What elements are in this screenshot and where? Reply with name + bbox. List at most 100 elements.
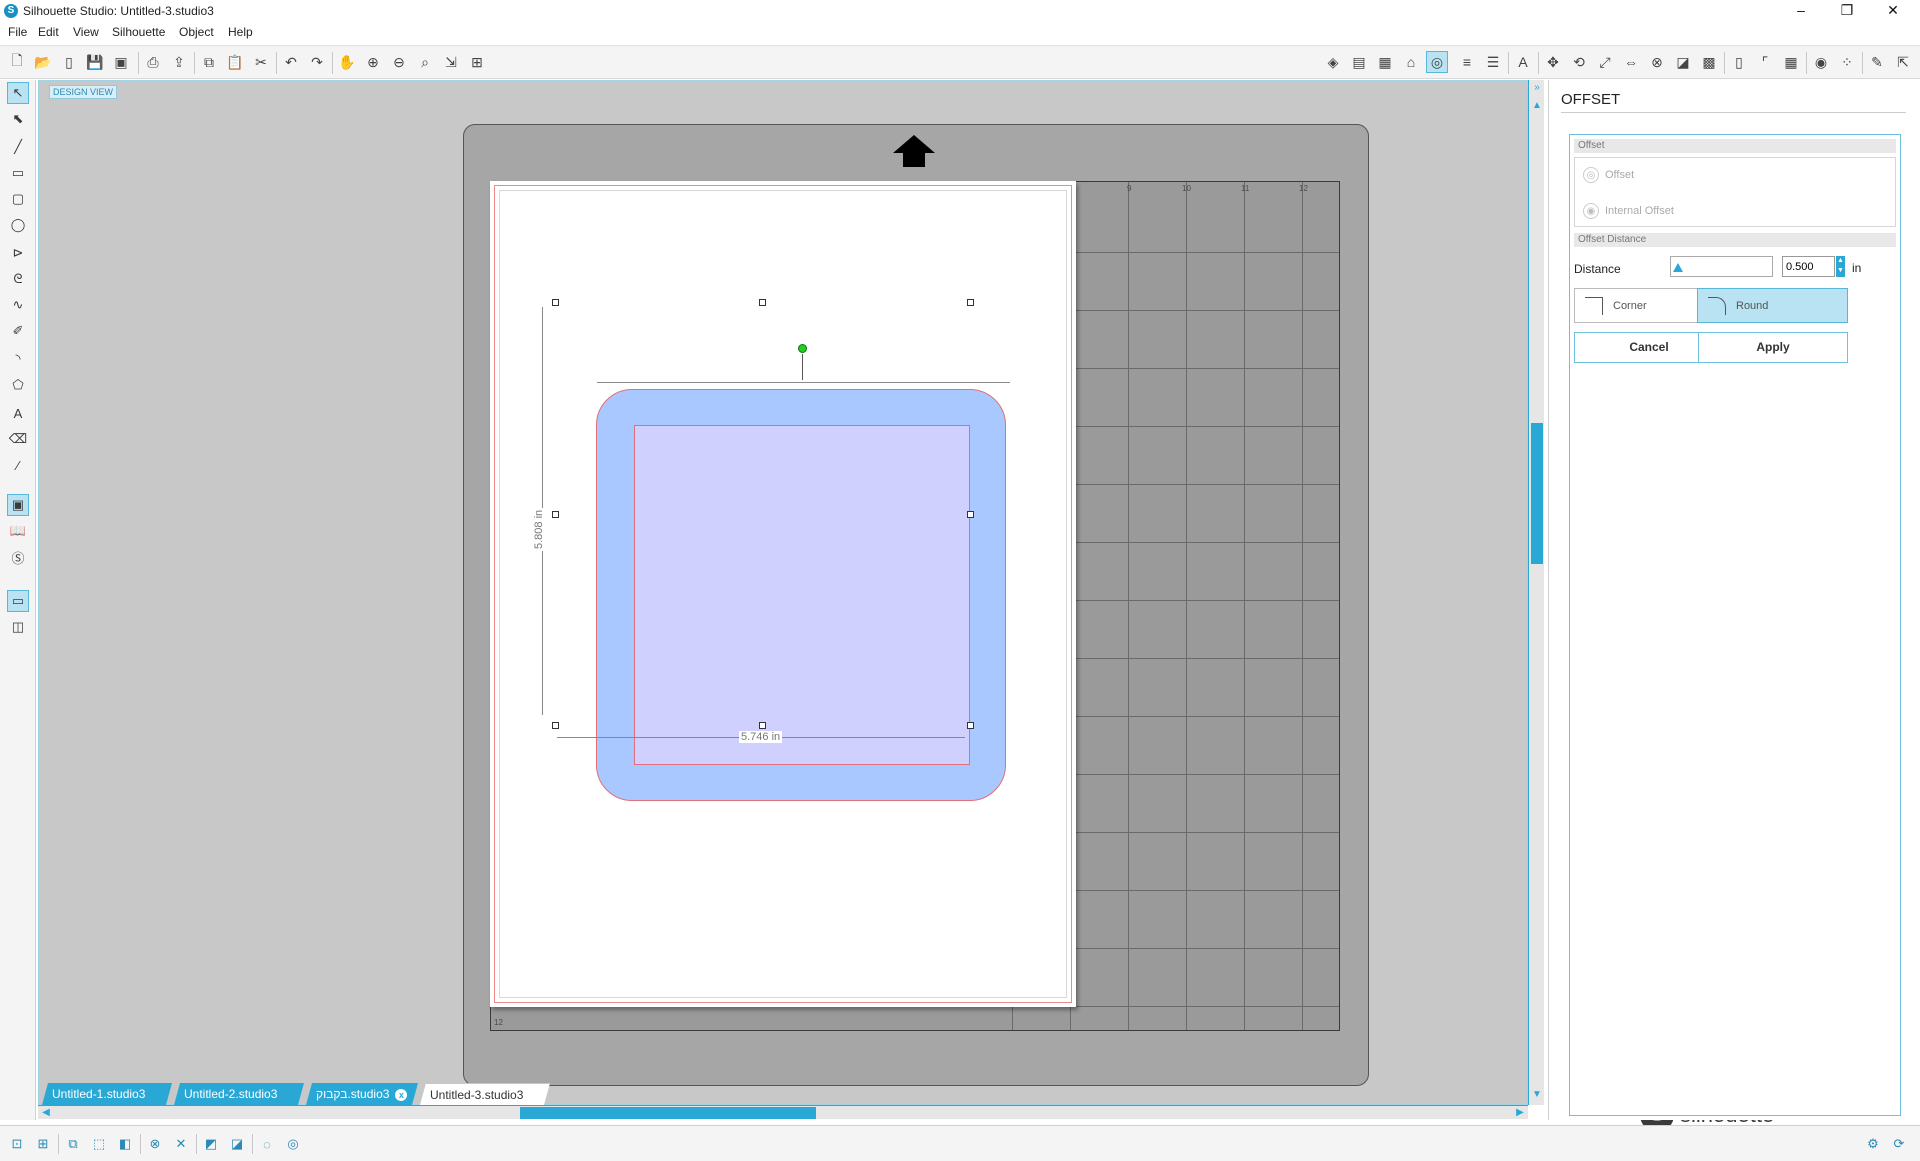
bring-forward-icon[interactable]: ◧ (114, 1133, 136, 1155)
resize-handle-sw[interactable] (552, 722, 559, 729)
rounded-rectangle-icon[interactable]: ▢ (7, 188, 29, 210)
undo-icon[interactable]: ↶ (280, 51, 302, 73)
line-style-icon[interactable]: ⌂ (1400, 51, 1422, 73)
arc-icon[interactable]: ◝ (7, 348, 29, 370)
resize-handle-nw[interactable] (552, 299, 559, 306)
cut-icon[interactable]: ✂ (250, 51, 272, 73)
menu-edit[interactable]: Edit (38, 25, 59, 39)
tab-untitled-3[interactable]: Untitled-3.studio3x (420, 1083, 550, 1105)
rotate-icon[interactable]: ⟲ (1568, 51, 1590, 73)
modify-icon[interactable]: ◪ (1672, 51, 1694, 73)
ungroup-icon[interactable]: ⊞ (32, 1133, 54, 1155)
zoom-out-icon[interactable]: ⊖ (388, 51, 410, 73)
line-color-icon[interactable]: ▤ (1348, 51, 1370, 73)
design-view-icon[interactable]: ▣ (7, 494, 29, 516)
zoom-in-icon[interactable]: ⊕ (362, 51, 384, 73)
rotation-handle[interactable] (798, 344, 807, 353)
menu-view[interactable]: View (73, 25, 99, 39)
fit-to-window-icon[interactable]: ⊞ (466, 51, 488, 73)
distance-stepper-icon[interactable]: ▲ ▼ (1836, 256, 1845, 277)
vertical-scrollbar[interactable]: » ▲ ▼ (1528, 80, 1544, 1105)
knife-icon[interactable]: ✎ (1866, 51, 1888, 73)
fill-color-icon[interactable]: ◈ (1322, 51, 1344, 73)
bring-to-front-icon[interactable]: ◩ (200, 1133, 222, 1155)
resize-handle-ne[interactable] (967, 299, 974, 306)
transform-icon[interactable]: ⇔ (1620, 51, 1642, 73)
scroll-up-icon[interactable]: ▲ (1531, 100, 1543, 112)
resize-handle-se[interactable] (967, 722, 974, 729)
store-icon[interactable]: ⇱ (1892, 51, 1914, 73)
menu-object[interactable]: Object (179, 25, 214, 39)
internal-offset-option[interactable]: ◉ Internal Offset (1583, 203, 1674, 219)
scroll-right-icon[interactable]: ▶ (1514, 1107, 1526, 1119)
scroll-left-icon[interactable]: ◀ (40, 1107, 52, 1119)
release-compound-icon[interactable]: ⬚ (88, 1133, 110, 1155)
store-view-icon[interactable]: Ⓢ (7, 546, 29, 568)
distance-slider[interactable] (1670, 256, 1773, 277)
collapse-panel-icon[interactable]: » (1531, 82, 1543, 94)
trace-bottom-icon[interactable]: ◌ (256, 1133, 278, 1155)
curve-icon[interactable]: ᘓ (7, 268, 29, 290)
offset-icon[interactable]: ◎ (1426, 51, 1448, 73)
offset-bottom-icon[interactable]: ◎ (282, 1133, 304, 1155)
align-icon[interactable]: ✥ (1542, 51, 1564, 73)
resize-handle-e[interactable] (967, 511, 974, 518)
round-style-button[interactable]: Round (1697, 288, 1848, 323)
compound-path-icon[interactable]: ⧉ (62, 1133, 84, 1155)
redo-icon[interactable]: ↷ (306, 51, 328, 73)
fill-pattern-icon[interactable]: ▦ (1374, 51, 1396, 73)
grid-icon[interactable]: ▦ (1780, 51, 1802, 73)
horizontal-scroll-thumb[interactable] (520, 1107, 816, 1119)
new-document-icon[interactable]: 🗋 (6, 51, 28, 73)
copy-icon[interactable]: ⧉ (198, 51, 220, 73)
horizontal-scrollbar[interactable]: ◀ ▶ (38, 1105, 1528, 1119)
regular-polygon-icon[interactable]: ⬠ (7, 374, 29, 396)
print-icon[interactable]: ⎙ (142, 51, 164, 73)
split-panel-icon[interactable]: ◫ (7, 616, 29, 638)
cut-settings-icon[interactable]: ◉ (1810, 51, 1832, 73)
zoom-select-icon[interactable]: ⌕ (414, 51, 436, 73)
tab-untitled-1[interactable]: Untitled-1.studio3x (42, 1083, 172, 1105)
library-icon[interactable]: ▯ (58, 51, 80, 73)
freehand-icon[interactable]: ∿ (7, 294, 29, 316)
pan-icon[interactable]: ✋ (336, 51, 358, 73)
registration-icon[interactable]: ⌜ (1754, 51, 1776, 73)
delete-icon[interactable]: ✕ (170, 1133, 192, 1155)
minimize-button[interactable]: – (1778, 0, 1824, 22)
save-icon[interactable]: 💾 (84, 51, 106, 73)
offset-option[interactable]: ◎ Offset (1583, 167, 1634, 183)
knife-tool-icon[interactable]: ∕ (7, 454, 29, 476)
line-type-icon[interactable]: ☰ (1482, 51, 1504, 73)
select-icon[interactable]: ↖ (7, 82, 29, 104)
weld-icon[interactable]: ⊗ (144, 1133, 166, 1155)
resize-handle-n[interactable] (759, 299, 766, 306)
library-view-icon[interactable]: 📖 (7, 520, 29, 542)
eraser-icon[interactable]: ⌫ (7, 428, 29, 450)
replicate-icon[interactable]: ⊗ (1646, 51, 1668, 73)
slider-marker-icon[interactable] (1673, 263, 1683, 272)
open-icon[interactable]: 📂 (32, 51, 54, 73)
single-panel-icon[interactable]: ▭ (7, 590, 29, 612)
send-to-icon[interactable]: ⁘ (1836, 51, 1858, 73)
vertical-scroll-thumb[interactable] (1531, 423, 1543, 564)
settings-gear-icon[interactable]: ⚙ (1862, 1133, 1884, 1155)
scale-icon[interactable]: ⤢ (1594, 51, 1616, 73)
design-canvas[interactable]: DESIGN VIEW 9 10 11 12 12 5.808 in 5.746… (38, 80, 1774, 1132)
scroll-down-icon[interactable]: ▼ (1531, 1089, 1543, 1101)
send-icon[interactable]: ⇪ (168, 51, 190, 73)
menu-file[interactable]: File (8, 25, 27, 39)
paste-icon[interactable]: 📋 (224, 51, 246, 73)
smooth-freehand-icon[interactable]: ✐ (7, 320, 29, 342)
menu-help[interactable]: Help (228, 25, 253, 39)
send-to-back-icon[interactable]: ◪ (226, 1133, 248, 1155)
page-setup-icon[interactable]: ▯ (1728, 51, 1750, 73)
resize-handle-w[interactable] (552, 511, 559, 518)
tab-untitled-2[interactable]: Untitled-2.studio3x (174, 1083, 304, 1105)
original-shape[interactable] (634, 425, 970, 765)
save-library-icon[interactable]: ▣ (110, 51, 132, 73)
distance-input[interactable] (1782, 256, 1835, 277)
restore-button[interactable]: ❐ (1824, 0, 1870, 22)
line-weight-icon[interactable]: ≡ (1456, 51, 1478, 73)
resize-handle-s[interactable] (759, 722, 766, 729)
close-tab-icon[interactable]: x (395, 1089, 407, 1101)
